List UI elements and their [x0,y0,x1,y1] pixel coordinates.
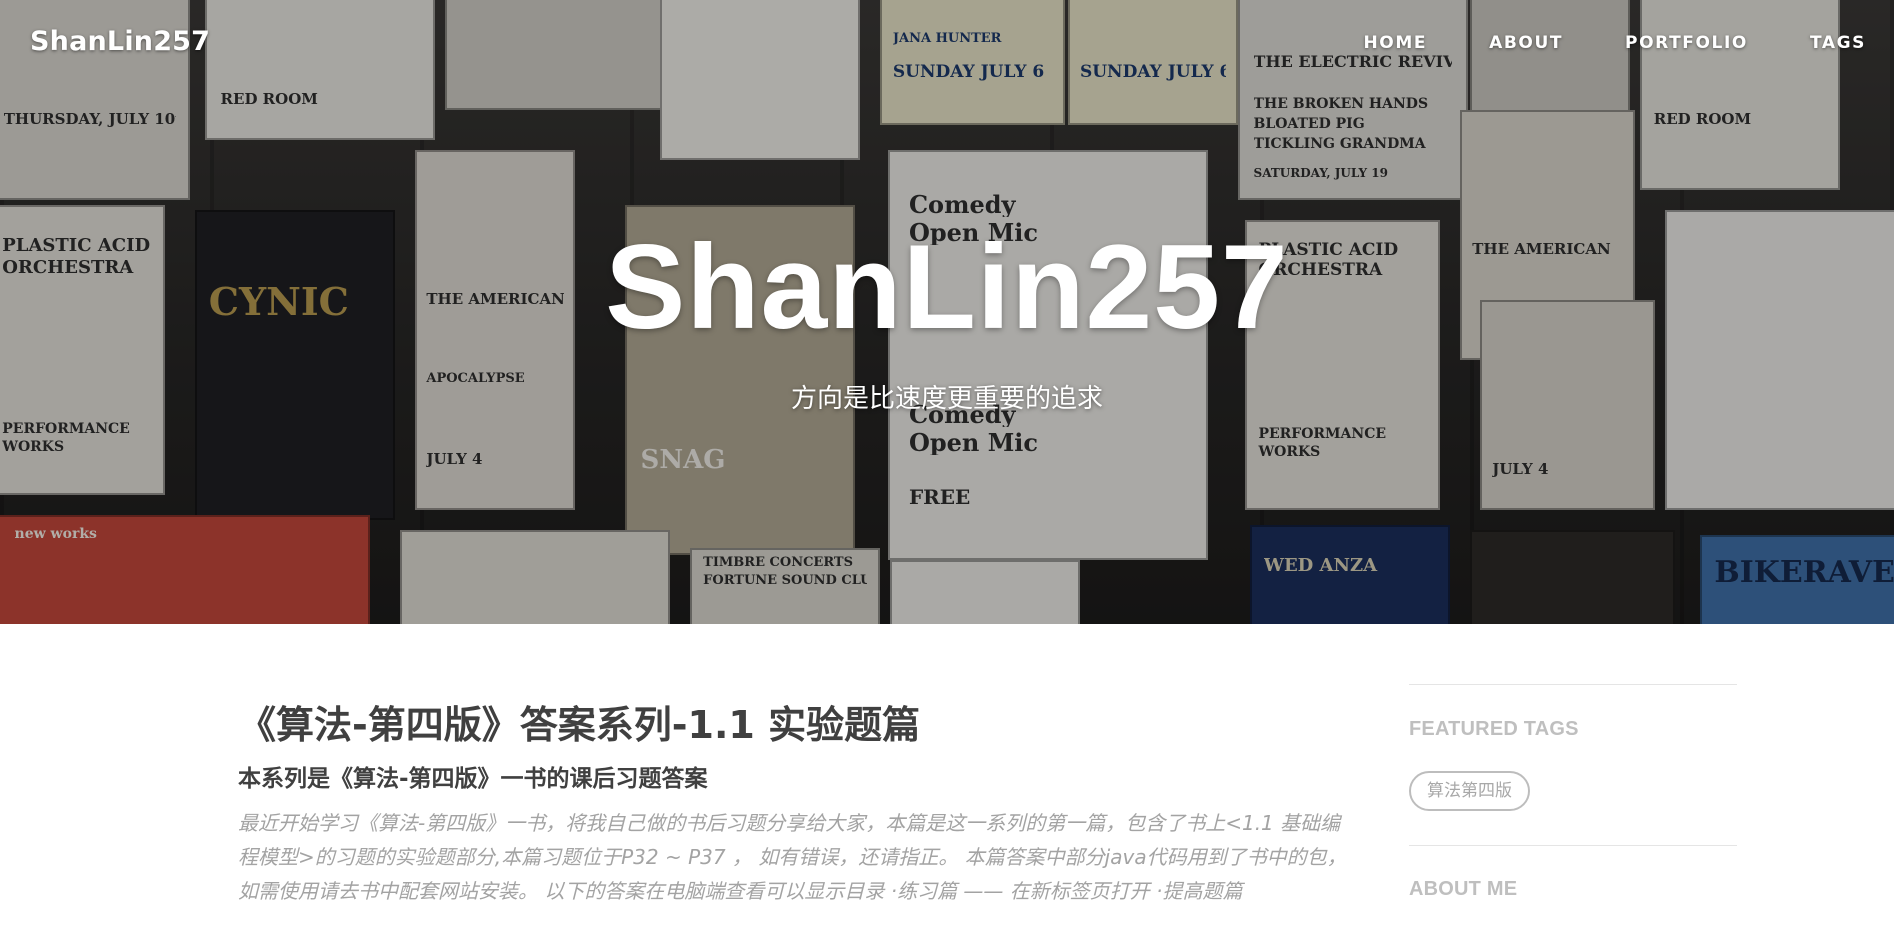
nav-item-portfolio: PORTFOLIO [1594,33,1779,53]
nav-item-home: HOME [1332,33,1458,53]
nav-item-about: ABOUT [1458,33,1594,53]
site-title: ShanLin257 [605,220,1289,354]
post-subtitle: 本系列是《算法-第四版》一书的课后习题答案 [238,766,708,792]
hero-banner: THURSDAY, JULY 10th RED ROOM JANA HUNTER… [0,0,1894,624]
post-preview: 《算法-第四版》答案系列-1.1 实验题篇 本系列是《算法-第四版》一书的课后习… [238,700,1358,908]
site-subtitle: 方向是比速度更重要的追求 [790,384,1103,414]
nav-link-about[interactable]: ABOUT [1458,33,1594,53]
tag-pill[interactable]: 算法第四版 [1409,771,1530,811]
post-excerpt: 最近开始学习《算法-第四版》一书，将我自己做的书后习题分享给大家，本篇是这一系列… [238,811,1347,903]
featured-tags-heading: FEATURED TAGS [1409,718,1579,740]
site-heading: ShanLin257 方向是比速度更重要的追求 [0,222,1894,415]
nav-menu: HOME ABOUT PORTFOLIO TAGS [1332,33,1866,53]
nav-item-tags: TAGS [1779,33,1866,53]
about-me-heading: ABOUT ME [1409,878,1518,900]
nav-link-home[interactable]: HOME [1332,33,1458,53]
sidebar: FEATURED TAGS 算法第四版 ABOUT ME [1409,684,1737,901]
nav-link-portfolio[interactable]: PORTFOLIO [1594,33,1779,53]
post-title-link[interactable]: 《算法-第四版》答案系列-1.1 实验题篇 [238,700,1358,750]
sidebar-divider [1409,845,1737,846]
top-navbar: ShanLin257 HOME ABOUT PORTFOLIO TAGS [0,0,1894,90]
nav-link-tags[interactable]: TAGS [1779,33,1866,53]
sidebar-divider [1409,684,1737,685]
site-brand-link[interactable]: ShanLin257 [30,26,210,57]
main-content: 《算法-第四版》答案系列-1.1 实验题篇 本系列是《算法-第四版》一书的课后习… [0,624,1894,932]
